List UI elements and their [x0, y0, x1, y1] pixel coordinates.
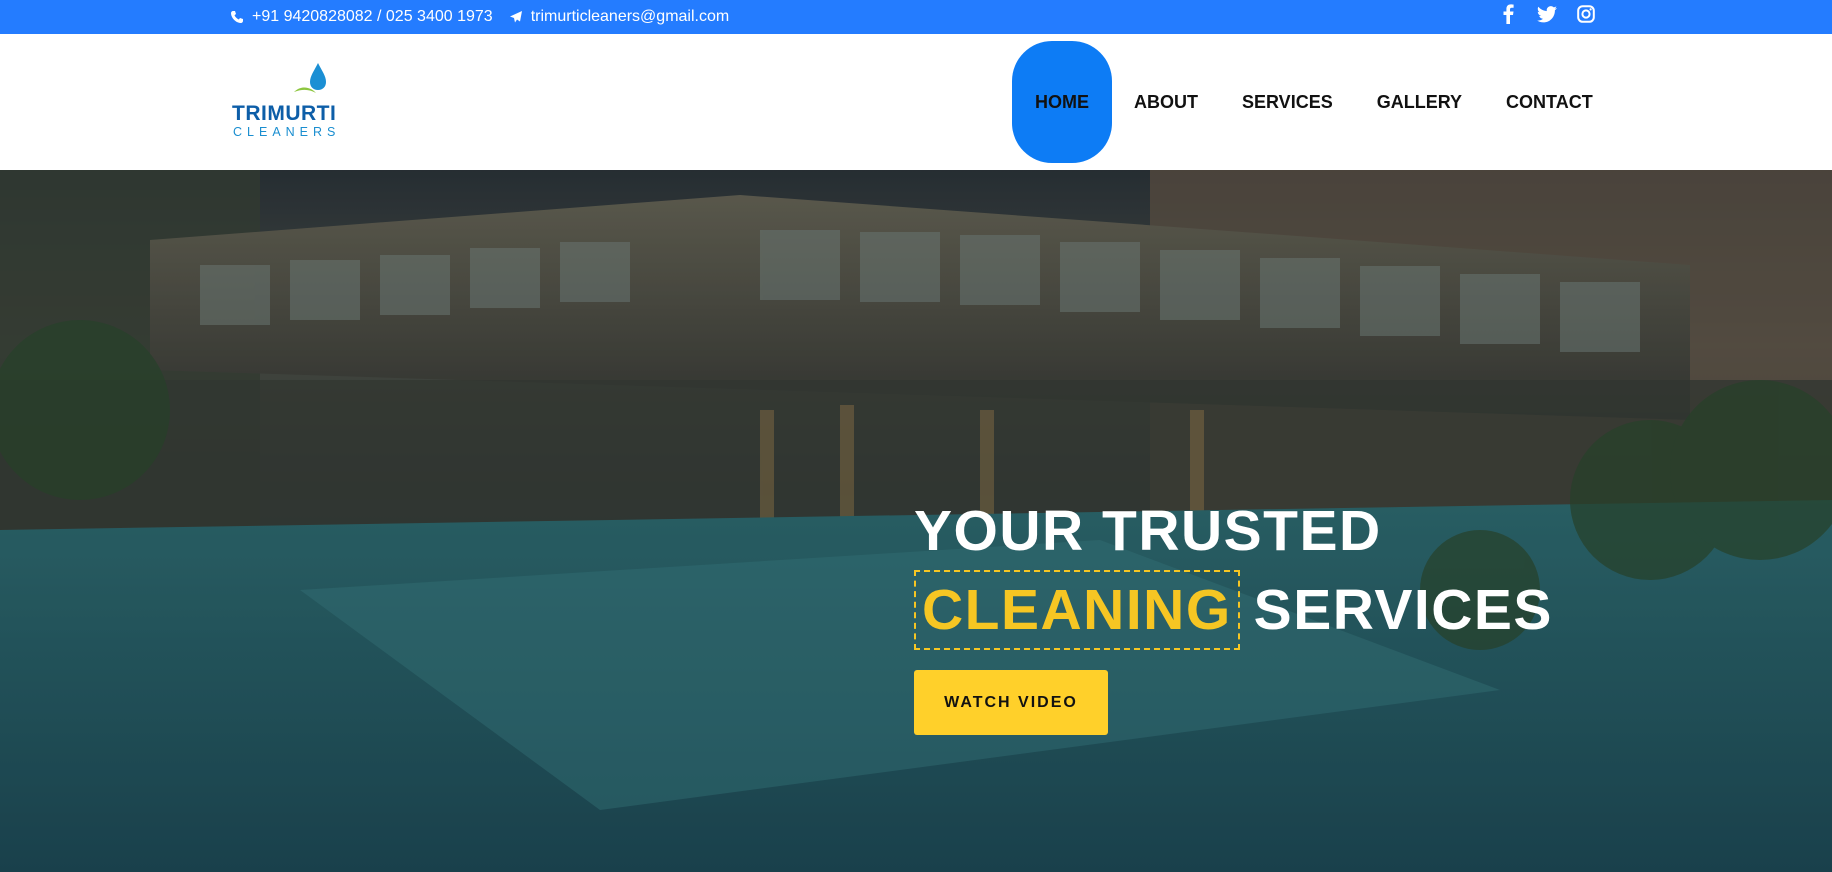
headline-line1: YOUR TRUSTED [914, 499, 1382, 563]
logo-brand: TRIMURTI [232, 102, 337, 125]
watch-video-button[interactable]: WATCH VIDEO [914, 670, 1108, 735]
hero-headline: YOUR TRUSTED CLEANING SERVICES [914, 492, 1553, 652]
water-drop-icon [294, 63, 326, 93]
contact-info: +91 9420828082 / 025 3400 1973 trimurtic… [230, 0, 745, 34]
email-item[interactable]: trimurticleaners@gmail.com [509, 8, 730, 26]
phone-icon [230, 10, 244, 24]
hero-section: YOUR TRUSTED CLEANING SERVICES WATCH VIDE… [0, 170, 1832, 872]
headline-rest: SERVICES [1253, 578, 1553, 642]
nav-gallery[interactable]: GALLERY [1355, 41, 1484, 163]
twitter-icon[interactable] [1537, 4, 1557, 24]
site-logo[interactable]: TRIMURTI CLEANERS [230, 62, 336, 142]
site-header: TRIMURTI CLEANERS HOME ABOUT SERVICES GA… [0, 34, 1832, 170]
phone-item[interactable]: +91 9420828082 / 025 3400 1973 [230, 8, 493, 26]
nav-contact[interactable]: CONTACT [1484, 41, 1615, 163]
nav-home[interactable]: HOME [1012, 41, 1112, 163]
headline-highlight: CLEANING [914, 570, 1240, 650]
logo-subtitle: CLEANERS [233, 125, 341, 139]
headline-line2: CLEANING SERVICES [914, 570, 1553, 652]
nav-services[interactable]: SERVICES [1220, 41, 1355, 163]
phone-text: +91 9420828082 / 025 3400 1973 [252, 8, 493, 25]
facebook-icon[interactable] [1498, 4, 1518, 24]
email-text: trimurticleaners@gmail.com [530, 8, 730, 25]
paper-plane-icon [509, 10, 523, 24]
main-nav: HOME ABOUT SERVICES GALLERY CONTACT [1012, 41, 1615, 163]
instagram-icon[interactable] [1576, 4, 1596, 24]
social-links [1498, 0, 1615, 28]
top-bar: +91 9420828082 / 025 3400 1973 trimurtic… [0, 0, 1832, 34]
nav-about[interactable]: ABOUT [1112, 41, 1220, 163]
